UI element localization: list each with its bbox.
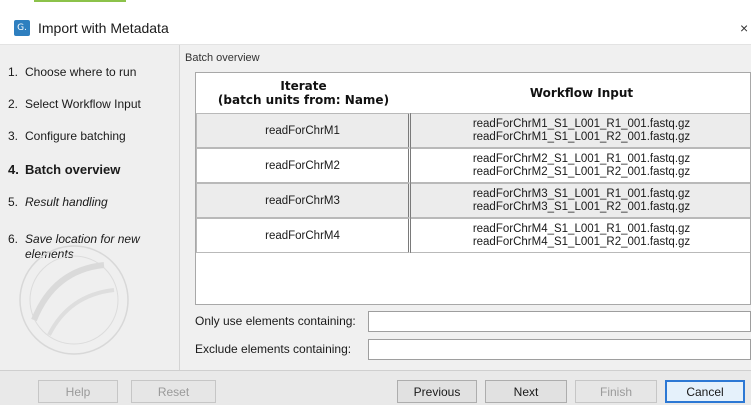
step-label: Select Workflow Input (25, 97, 141, 111)
reset-button[interactable]: Reset (131, 380, 216, 403)
column-header-iterate[interactable]: Iterate (batch units from: Name) (196, 73, 411, 113)
step-choose-where-to-run: 1. Choose where to run (8, 65, 170, 80)
app-logo-icon: G. (14, 20, 30, 36)
step-number: 4. (8, 162, 19, 177)
batch-unit-cell: readForChrM2 (196, 148, 411, 183)
table-row[interactable]: readForChrM4 readForChrM4_S1_L001_R1_001… (196, 218, 750, 253)
step-select-workflow-input: 2. Select Workflow Input (8, 97, 170, 112)
main-panel: Batch overview Iterate (batch units from… (180, 45, 751, 370)
column-header-line: (batch units from: Name) (217, 93, 390, 107)
table-row[interactable]: readForChrM1 readForChrM1_S1_L001_R1_001… (196, 113, 750, 148)
workflow-input-cell: readForChrM3_S1_L001_R1_001.fastq.gz rea… (411, 183, 750, 218)
only-use-label: Only use elements containing: (195, 314, 356, 328)
previous-button[interactable]: Previous (397, 380, 477, 403)
only-use-input[interactable] (368, 310, 751, 332)
step-number: 5. (8, 195, 19, 209)
batch-unit-cell: readForChrM4 (196, 218, 411, 253)
input-file-name: readForChrM4_S1_L001_R1_001.fastq.gz (472, 222, 691, 235)
input-file-name: readForChrM4_S1_L001_R2_001.fastq.gz (472, 235, 691, 248)
exclude-label: Exclude elements containing: (195, 342, 352, 356)
batch-overview-table[interactable]: Iterate (batch units from: Name) Workflo… (195, 72, 751, 305)
workflow-input-cell: readForChrM4_S1_L001_R1_001.fastq.gz rea… (411, 218, 750, 253)
step-number: 3. (8, 129, 19, 143)
column-header-line: Iterate (280, 79, 327, 93)
step-label: Choose where to run (25, 65, 137, 79)
seal-watermark-icon (19, 245, 129, 355)
dialog-titlebar: G. Import with Metadata × (0, 12, 751, 45)
top-strip (0, 0, 751, 12)
table-row[interactable]: readForChrM2 readForChrM2_S1_L001_R1_001… (196, 148, 750, 183)
wizard-steps-panel: 1. Choose where to run 2. Select Workflo… (0, 45, 180, 370)
input-file-name: readForChrM2_S1_L001_R2_001.fastq.gz (472, 165, 691, 178)
step-batch-overview: 4. Batch overview (8, 162, 170, 177)
batch-unit-name: readForChrM1 (265, 124, 340, 137)
exclude-filter-row: Exclude elements containing: (195, 338, 751, 360)
step-result-handling: 5. Result handling (8, 195, 170, 210)
exclude-input[interactable] (368, 338, 751, 360)
batch-unit-cell: readForChrM1 (196, 113, 411, 148)
column-header-line: Workflow Input (529, 86, 634, 100)
help-button[interactable]: Help (38, 380, 118, 403)
cancel-button[interactable]: Cancel (665, 380, 745, 403)
input-file-name: readForChrM1_S1_L001_R2_001.fastq.gz (472, 130, 691, 143)
close-icon[interactable]: × (740, 20, 748, 36)
step-number: 2. (8, 97, 19, 111)
step-label: Result handling (25, 195, 108, 209)
batch-unit-name: readForChrM3 (265, 194, 340, 207)
step-number: 1. (8, 65, 19, 79)
section-title: Batch overview (185, 52, 260, 64)
finish-button[interactable]: Finish (575, 380, 657, 403)
input-file-name: readForChrM3_S1_L001_R2_001.fastq.gz (472, 200, 691, 213)
batch-unit-name: readForChrM4 (265, 229, 340, 242)
step-label: Configure batching (25, 129, 126, 143)
next-button[interactable]: Next (485, 380, 567, 403)
input-file-name: readForChrM2_S1_L001_R1_001.fastq.gz (472, 152, 691, 165)
top-accent-bar (34, 0, 126, 2)
workflow-input-cell: readForChrM2_S1_L001_R1_001.fastq.gz rea… (411, 148, 750, 183)
workflow-input-cell: readForChrM1_S1_L001_R1_001.fastq.gz rea… (411, 113, 750, 148)
dialog-title: Import with Metadata (38, 20, 169, 36)
table-header: Iterate (batch units from: Name) Workflo… (196, 73, 750, 113)
batch-unit-cell: readForChrM3 (196, 183, 411, 218)
step-label: Batch overview (25, 162, 121, 177)
table-row[interactable]: readForChrM3 readForChrM3_S1_L001_R1_001… (196, 183, 750, 218)
column-header-workflow-input[interactable]: Workflow Input (411, 73, 750, 113)
step-configure-batching: 3. Configure batching (8, 129, 170, 144)
only-use-filter-row: Only use elements containing: (195, 310, 751, 332)
batch-unit-name: readForChrM2 (265, 159, 340, 172)
dialog-button-bar: Help Reset Previous Next Finish Cancel (0, 370, 751, 405)
input-file-name: readForChrM3_S1_L001_R1_001.fastq.gz (472, 187, 691, 200)
input-file-name: readForChrM1_S1_L001_R1_001.fastq.gz (472, 117, 691, 130)
